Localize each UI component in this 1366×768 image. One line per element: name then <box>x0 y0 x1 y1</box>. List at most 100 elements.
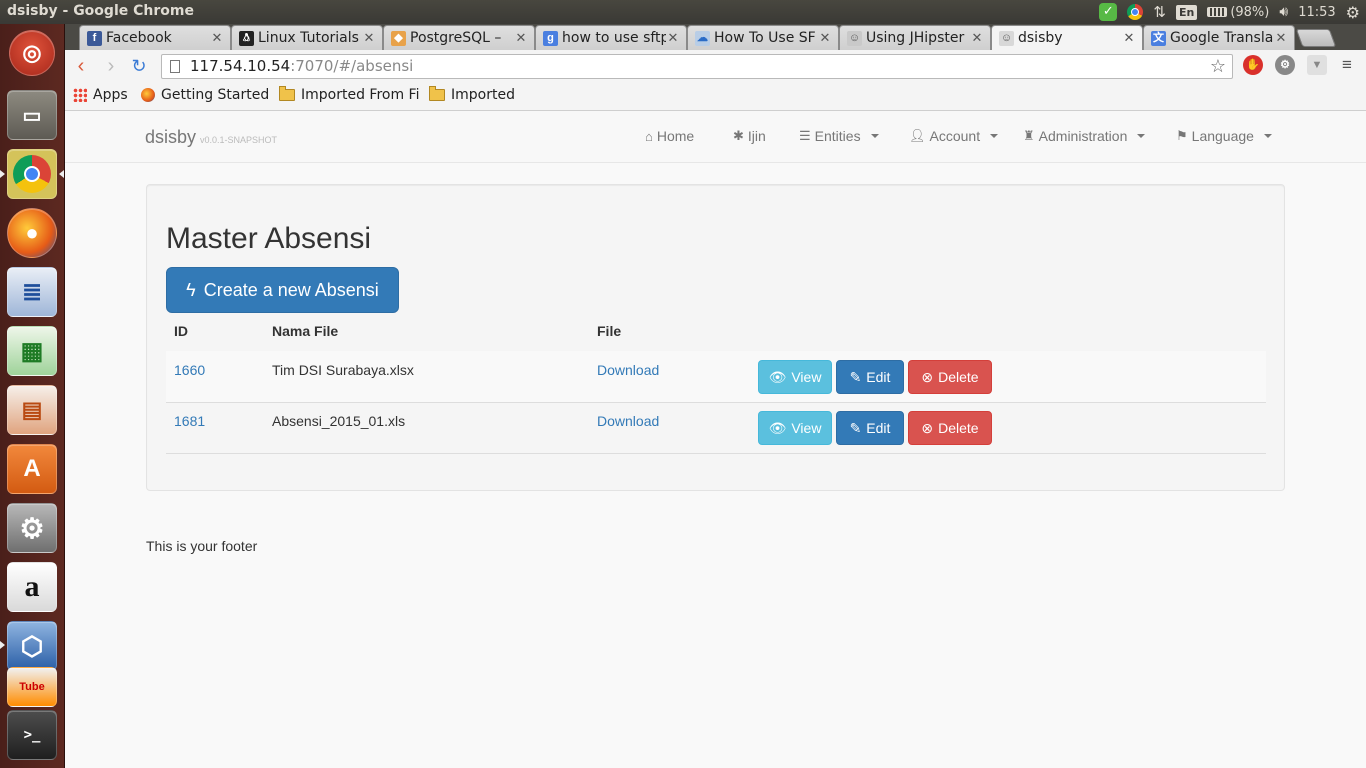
header-nama-file: Nama File <box>272 323 339 339</box>
power-gear-icon[interactable]: ⚙ <box>1346 3 1360 22</box>
amazon-icon[interactable]: a <box>7 562 57 612</box>
browser-window: f Facebook ✕ 🐧︎ Linux Tutorials ✕ ◆ Post… <box>65 24 1366 768</box>
menu-icon[interactable]: ≡ <box>1337 55 1357 75</box>
tab-using-jhipster[interactable]: ☺ Using JHipster ✕ <box>839 25 991 50</box>
virtualbox-icon[interactable]: ⬡ <box>7 621 57 671</box>
network-arrows-icon[interactable]: ⇅ <box>1153 3 1166 21</box>
bookmarks-bar: Apps Getting Started Imported From Fi Im… <box>65 84 1366 111</box>
edit-button[interactable]: ✎ Edit <box>836 360 904 394</box>
files-icon[interactable]: ▭ <box>7 90 57 140</box>
bookmark-getting-started[interactable]: Getting Started <box>141 87 269 103</box>
view-button[interactable]: 👁︎ View <box>758 411 832 445</box>
terminal-icon[interactable]: >_ <box>7 710 57 760</box>
tab-how-to-use-sftp[interactable]: ☁ How To Use SF ✕ <box>687 25 839 50</box>
list-icon: ☰ <box>799 128 811 143</box>
writer-icon[interactable]: ≣ <box>7 267 57 317</box>
input-method-indicator[interactable]: En <box>1175 4 1198 20</box>
battery-indicator[interactable]: (98%) <box>1207 5 1269 20</box>
tab-sftp-search[interactable]: g how to use sftp ✕ <box>535 25 687 50</box>
row-id-link[interactable]: 1681 <box>174 413 205 429</box>
volume-icon[interactable]: 🔊︎ <box>1279 4 1288 20</box>
address-bar[interactable]: 117.54.10.54:7070/#/absensi ☆ <box>161 54 1233 79</box>
tab-postgresql[interactable]: ◆ PostgreSQL – ✕ <box>383 25 535 50</box>
create-absensi-button[interactable]: ϟ Create a new Absensi <box>166 267 399 313</box>
clock[interactable]: 11:53 <box>1298 5 1335 20</box>
bookmark-label: Getting Started <box>161 87 270 103</box>
update-check-icon[interactable]: ✓ <box>1099 3 1118 21</box>
new-tab-button[interactable] <box>1295 29 1337 47</box>
nav-entities[interactable]: ☰ Entities <box>799 128 879 144</box>
chrome-indicator-icon[interactable] <box>1127 4 1144 20</box>
window-title: dsisby - Google Chrome <box>7 3 194 19</box>
tab-google-translate[interactable]: 文 Google Transla ✕ <box>1143 25 1295 50</box>
close-icon[interactable]: ✕ <box>1274 30 1288 46</box>
close-icon[interactable]: ✕ <box>514 30 528 46</box>
youtube-icon[interactable]: Tube <box>7 667 57 707</box>
content-well: Master Absensi ϟ Create a new Absensi ID… <box>146 184 1285 491</box>
nav-home[interactable]: ⌂ Home <box>645 128 694 144</box>
nav-language[interactable]: ⚑ Language <box>1176 128 1272 144</box>
system-settings-icon[interactable]: ⚙ <box>7 503 57 553</box>
close-icon[interactable]: ✕ <box>1122 30 1136 46</box>
view-button[interactable]: 👁︎ View <box>758 360 832 394</box>
tab-title: Using JHipster <box>866 30 965 46</box>
extension-reel-icon[interactable]: ⚙ <box>1275 55 1295 75</box>
row-id-link[interactable]: 1660 <box>174 362 205 378</box>
calc-icon[interactable]: ▦ <box>7 326 57 376</box>
firefox-icon[interactable]: ● <box>7 208 57 258</box>
close-icon[interactable]: ✕ <box>666 30 680 46</box>
launcher: ◎ ▭ ● ≣ ▦ ▤ A ⚙ a ⬡ Tube >_ <box>0 24 65 768</box>
flag-icon: ⚑ <box>1176 128 1188 143</box>
close-icon[interactable]: ✕ <box>818 30 832 46</box>
folder-icon <box>429 86 445 101</box>
reload-icon[interactable]: ↻ <box>129 57 149 77</box>
pencil-icon: ✎ <box>849 368 862 385</box>
bookmark-apps[interactable]: Apps <box>73 87 128 103</box>
eye-icon: 👁︎ <box>768 368 787 385</box>
caret-down-icon <box>870 134 879 138</box>
apps-grid-icon <box>73 88 87 102</box>
bookmark-star-icon[interactable]: ☆ <box>1210 55 1226 78</box>
bookmark-imported[interactable]: Imported <box>429 86 515 103</box>
pencil-icon: ✎ <box>849 419 862 436</box>
tab-title: Facebook <box>106 30 172 46</box>
download-link[interactable]: Download <box>597 362 659 378</box>
nav-administration[interactable]: ♜ Administration <box>1023 128 1146 144</box>
tower-icon: ♜ <box>1023 128 1035 143</box>
brand[interactable]: dsisby v0.0.1-SNAPSHOT <box>145 127 277 148</box>
tab-facebook[interactable]: f Facebook ✕ <box>79 25 231 50</box>
shield-icon[interactable]: ▼ <box>1307 55 1327 75</box>
close-icon[interactable]: ✕ <box>210 30 224 46</box>
battery-icon <box>1207 7 1228 17</box>
caret-down-icon <box>990 134 999 138</box>
ubuntu-dash-icon[interactable]: ◎ <box>9 30 55 76</box>
close-icon[interactable]: ✕ <box>362 30 376 46</box>
row-nama-file: Absensi_2015_01.xls <box>272 413 406 429</box>
nav-ijin[interactable]: ✱ Ijin <box>733 128 766 144</box>
tab-dsisby[interactable]: ☺ dsisby ✕ <box>991 25 1143 50</box>
bookmark-label: Imported <box>451 87 515 103</box>
forward-icon[interactable]: › <box>101 56 121 77</box>
nav-account[interactable]: 👤︎ Account <box>909 128 999 144</box>
close-icon[interactable]: ✕ <box>970 30 984 46</box>
impress-icon[interactable]: ▤ <box>7 385 57 435</box>
caret-down-icon <box>1137 134 1146 138</box>
software-center-icon[interactable]: A <box>7 444 57 494</box>
tab-linux-tutorials[interactable]: 🐧︎ Linux Tutorials ✕ <box>231 25 383 50</box>
edit-button[interactable]: ✎ Edit <box>836 411 904 445</box>
bookmark-imported-from-firefox[interactable]: Imported From Fi <box>279 86 420 103</box>
table-header: ID Nama File File <box>166 323 1266 353</box>
digitalocean-icon: ☁ <box>695 30 710 46</box>
firefox-small-icon <box>141 88 155 102</box>
bookmark-label: Imported From Fi <box>301 87 420 103</box>
delete-button[interactable]: ⊗ Delete <box>908 411 992 445</box>
delete-button[interactable]: ⊗ Delete <box>908 360 992 394</box>
adblock-icon[interactable]: ✋ <box>1243 55 1263 75</box>
back-icon[interactable]: ‹ <box>71 56 91 77</box>
table-row: 1660 Tim DSI Surabaya.xlsx Download 👁︎ Vi… <box>166 351 1266 403</box>
page-content: dsisby v0.0.1-SNAPSHOT ⌂ Home ✱ Ijin ☰ Entit… <box>65 111 1366 768</box>
page-icon <box>170 60 180 73</box>
chrome-launcher-icon[interactable] <box>7 149 57 199</box>
download-link[interactable]: Download <box>597 413 659 429</box>
postgresql-icon: ◆ <box>391 30 406 46</box>
